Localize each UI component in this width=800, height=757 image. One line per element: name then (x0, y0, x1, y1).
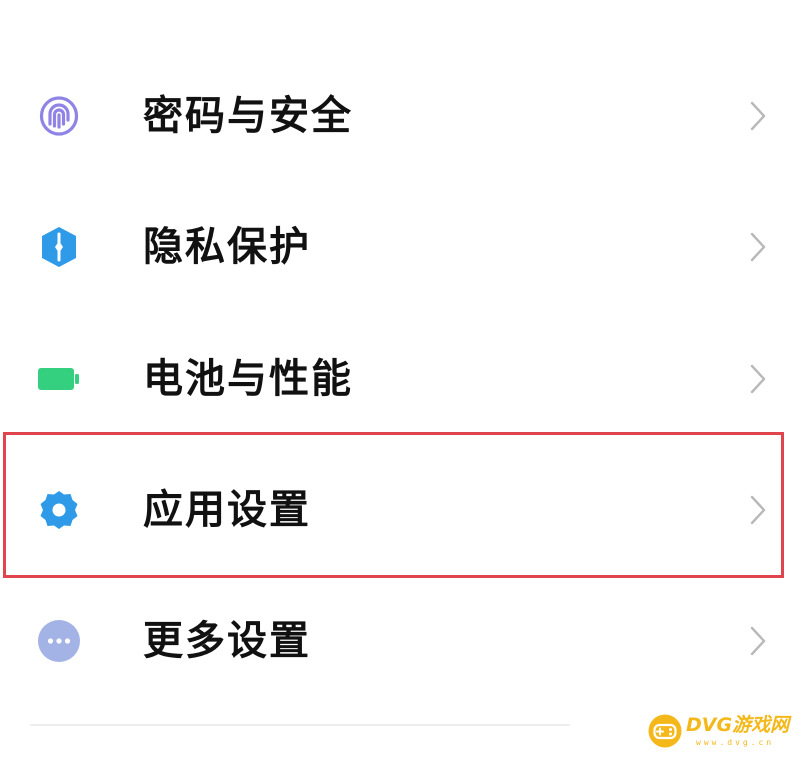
settings-list: 密码与安全 隐私保护 电池与性能 应用设置 更多设置 DVG游戏网 www.dv… (0, 0, 800, 757)
watermark-subtitle: www.dvg.cn (696, 738, 775, 747)
chevron-right-icon (748, 231, 768, 263)
chevron-right-icon (748, 100, 768, 132)
fingerprint-icon (37, 94, 81, 138)
privacy-shield-icon (37, 225, 81, 269)
settings-item-label: 隐私保护 (143, 224, 311, 270)
list-divider (30, 724, 570, 726)
settings-item-label: 密码与安全 (143, 93, 353, 139)
chevron-right-icon (748, 494, 768, 526)
watermark-title: DVG游戏网 (686, 714, 790, 736)
gamepad-icon (648, 714, 682, 748)
settings-item-label: 更多设置 (143, 618, 311, 664)
settings-item-app-settings[interactable]: 应用设置 (0, 444, 800, 576)
battery-icon (37, 357, 81, 401)
chevron-right-icon (748, 625, 768, 657)
chevron-right-icon (748, 363, 768, 395)
more-dots-icon (37, 619, 81, 663)
settings-item-more-settings[interactable]: 更多设置 (0, 575, 800, 707)
watermark: DVG游戏网 www.dvg.cn (648, 712, 798, 752)
gear-icon (37, 488, 81, 532)
settings-item-label: 应用设置 (143, 487, 311, 533)
settings-item-label: 电池与性能 (143, 356, 353, 402)
settings-item-password-security[interactable]: 密码与安全 (0, 50, 800, 182)
settings-item-battery-performance[interactable]: 电池与性能 (0, 313, 800, 445)
settings-item-privacy[interactable]: 隐私保护 (0, 181, 800, 313)
